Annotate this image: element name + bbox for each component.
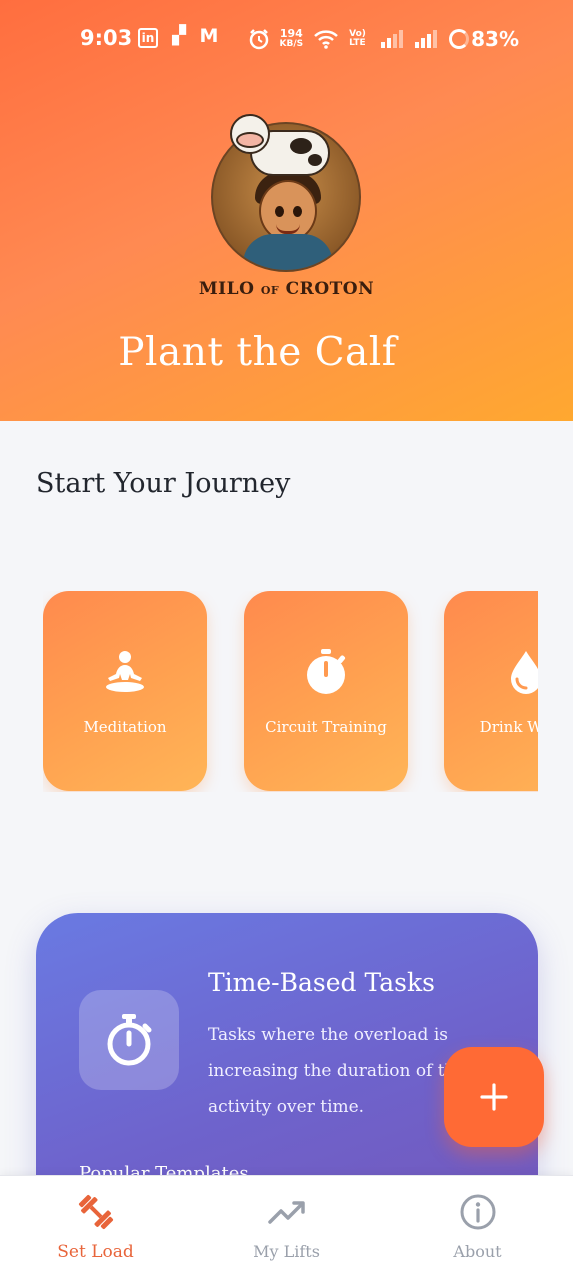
signal-icon bbox=[381, 30, 404, 48]
category-carousel[interactable]: Meditation Circuit Training Drink Water bbox=[43, 591, 538, 792]
category-label: Meditation bbox=[83, 718, 167, 736]
nav-item-set-load[interactable]: Set Load bbox=[0, 1176, 191, 1280]
network-type: Vo) LTE bbox=[349, 29, 366, 48]
nav-item-about[interactable]: About bbox=[382, 1176, 573, 1280]
category-card-drink-water[interactable]: Drink Water bbox=[444, 591, 538, 791]
stopwatch-icon bbox=[107, 1014, 152, 1066]
trending-up-icon bbox=[191, 1192, 382, 1232]
add-button[interactable] bbox=[444, 1047, 544, 1147]
plus-icon bbox=[480, 1083, 508, 1111]
category-label: Circuit Training bbox=[265, 718, 387, 736]
task-icon-container bbox=[79, 990, 179, 1090]
bottom-navigation: Set Load My Lifts About bbox=[0, 1175, 573, 1280]
status-bar: 9:03 in ▞ M 194 KB/S Vo) LTE 83% bbox=[0, 24, 573, 56]
nav-label: About bbox=[453, 1242, 502, 1261]
app-notification-icon: ▞ bbox=[172, 25, 186, 46]
category-card-meditation[interactable]: Meditation bbox=[43, 591, 207, 791]
status-right-group: 194 KB/S Vo) LTE 83% bbox=[248, 24, 519, 54]
signal-icon-2 bbox=[415, 30, 438, 48]
gmail-icon: M bbox=[199, 25, 219, 47]
nav-item-my-lifts[interactable]: My Lifts bbox=[191, 1176, 382, 1280]
stopwatch-icon bbox=[244, 649, 408, 695]
dumbbell-icon bbox=[0, 1192, 191, 1232]
logo-wordmark: MILO OF CROTON bbox=[198, 279, 375, 299]
battery-percent: 83% bbox=[471, 27, 519, 51]
linkedin-icon: in bbox=[138, 28, 158, 48]
page-title: Plant the Calf bbox=[118, 330, 397, 375]
header-banner: 9:03 in ▞ M 194 KB/S Vo) LTE 83% MILO OF… bbox=[0, 0, 573, 421]
task-card-title: Time-Based Tasks bbox=[208, 968, 435, 997]
logo-boy-body bbox=[243, 234, 333, 270]
nav-label: Set Load bbox=[57, 1242, 134, 1262]
status-time: 9:03 bbox=[80, 26, 133, 50]
alarm-icon bbox=[249, 29, 268, 50]
logo-eye-left bbox=[275, 206, 284, 217]
category-label: Drink Water bbox=[479, 718, 538, 736]
wifi-icon bbox=[314, 30, 338, 49]
water-drop-icon bbox=[444, 649, 538, 695]
nav-label: My Lifts bbox=[253, 1242, 320, 1261]
network-speed: 194 KB/S bbox=[279, 27, 304, 49]
section-title: Start Your Journey bbox=[36, 468, 291, 499]
meditation-icon bbox=[43, 649, 207, 695]
info-icon bbox=[382, 1192, 573, 1232]
category-card-circuit-training[interactable]: Circuit Training bbox=[244, 591, 408, 791]
logo-cow bbox=[230, 108, 334, 180]
battery-icon bbox=[449, 29, 470, 49]
logo-eye-right bbox=[293, 206, 302, 217]
